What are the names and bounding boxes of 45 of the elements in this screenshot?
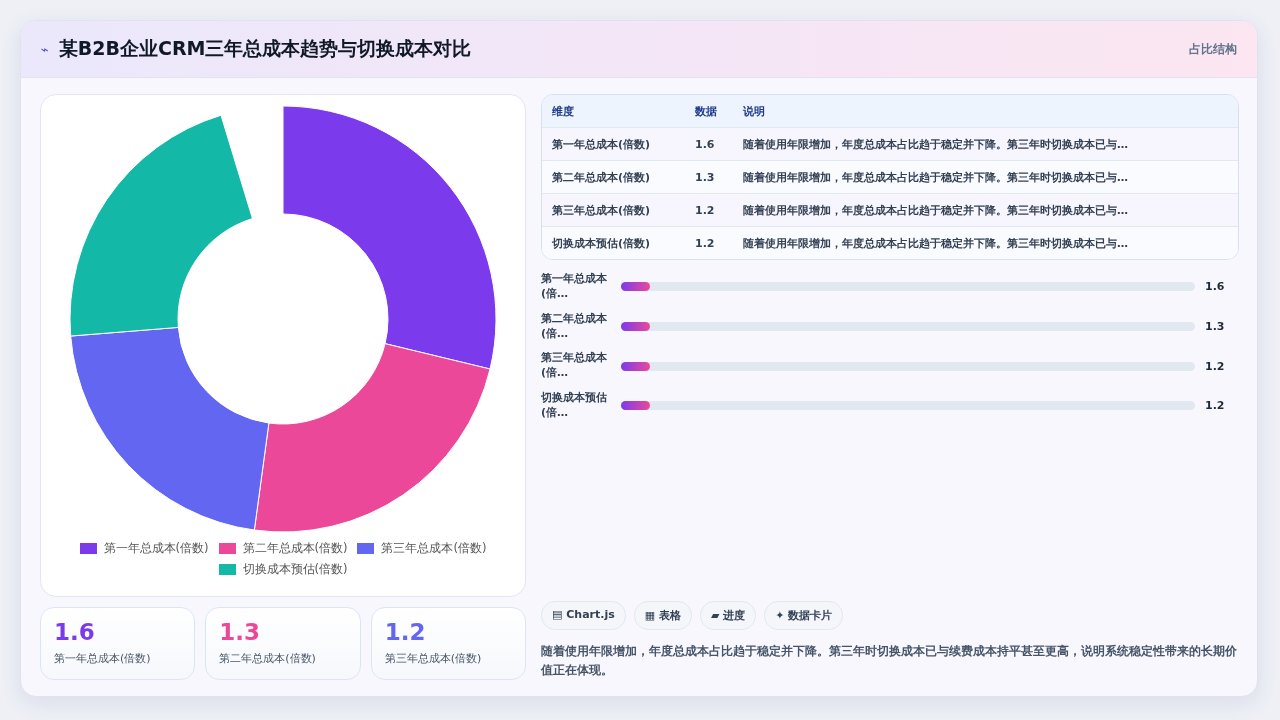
table-cell: 第二年总成本(倍数) (542, 160, 685, 194)
column-header: 维度 (542, 95, 685, 128)
legend-swatch (218, 543, 236, 554)
legend-swatch (79, 543, 97, 554)
stat-value: 1.3 (219, 620, 262, 646)
table-cell: 随着使用年限增加，年度总成本占比趋于稳定并下降。第三年时切换成本已与… (733, 160, 1238, 194)
bar-label: 第三年总成本(倍… (541, 351, 608, 382)
table-cell: 随着使用年限增加，年度总成本占比趋于稳定并下降。第三年时切换成本已与… (733, 127, 1238, 161)
bar-label: 第二年总成本(倍… (541, 311, 608, 342)
bar-value: 1.6 (1204, 280, 1226, 294)
stat-value: 1.2 (384, 620, 427, 646)
legend-label: 第一年总成本(倍数) (103, 541, 209, 556)
table-cell: 随着使用年限增加，年度总成本占比趋于稳定并下降。第三年时切换成本已与… (733, 193, 1238, 227)
stat-label: 第二年总成本(倍数) (219, 651, 317, 667)
column-header: 数据 (685, 95, 733, 128)
legend-swatch (357, 543, 375, 554)
table-cell: 第一年总成本(倍数) (542, 127, 685, 161)
bar-value: 1.3 (1204, 320, 1226, 334)
table-cell: 切换成本预估(倍数) (542, 226, 685, 259)
page-title: 某B2B企业CRM三年总成本趋势与切换成本对比 (58, 36, 472, 61)
tag-chip: ✦ 数据卡片 (764, 600, 844, 630)
stat-label: 第三年总成本(倍数) (384, 651, 483, 667)
bar-value: 1.2 (1204, 399, 1226, 413)
table-cell: 随着使用年限增加，年度总成本占比趋于稳定并下降。第三年时切换成本已与… (733, 226, 1238, 259)
legend-swatch (218, 564, 236, 575)
legend-label: 第二年总成本(倍数) (242, 541, 348, 556)
table-cell: 1.2 (685, 226, 733, 259)
table-cell: 第三年总成本(倍数) (542, 193, 685, 227)
legend-label: 第三年总成本(倍数) (381, 541, 487, 556)
bar-label: 第一年总成本(倍… (541, 272, 608, 302)
column-header: 说明 (733, 95, 1238, 128)
table-cell: 1.3 (685, 160, 733, 194)
table-cell: 1.6 (685, 127, 733, 161)
bar-value: 1.2 (1204, 359, 1226, 373)
header-tag: 占比结构 (1189, 40, 1237, 58)
tag-chip: ▦ 表格 (633, 600, 692, 630)
bar-label: 切换成本预估(倍… (541, 391, 608, 421)
summary-text: 随着使用年限增加，年度总成本占比趋于稳定并下降。第三年时切换成本已与续费成本持平甚至更高，说明系统稳定性带来的长期价值正在体现。 (541, 642, 1238, 679)
stat-value: 1.6 (54, 620, 96, 646)
table-cell: 1.2 (685, 193, 733, 227)
tag-chip: ▤ Chart.js (541, 600, 626, 630)
tag-chip: ▰ 进度 (699, 600, 757, 630)
legend-label: 切换成本预估(倍数) (242, 562, 348, 577)
stat-label: 第一年总成本(倍数) (54, 651, 152, 667)
lightning-icon: ⌁ (41, 41, 49, 57)
